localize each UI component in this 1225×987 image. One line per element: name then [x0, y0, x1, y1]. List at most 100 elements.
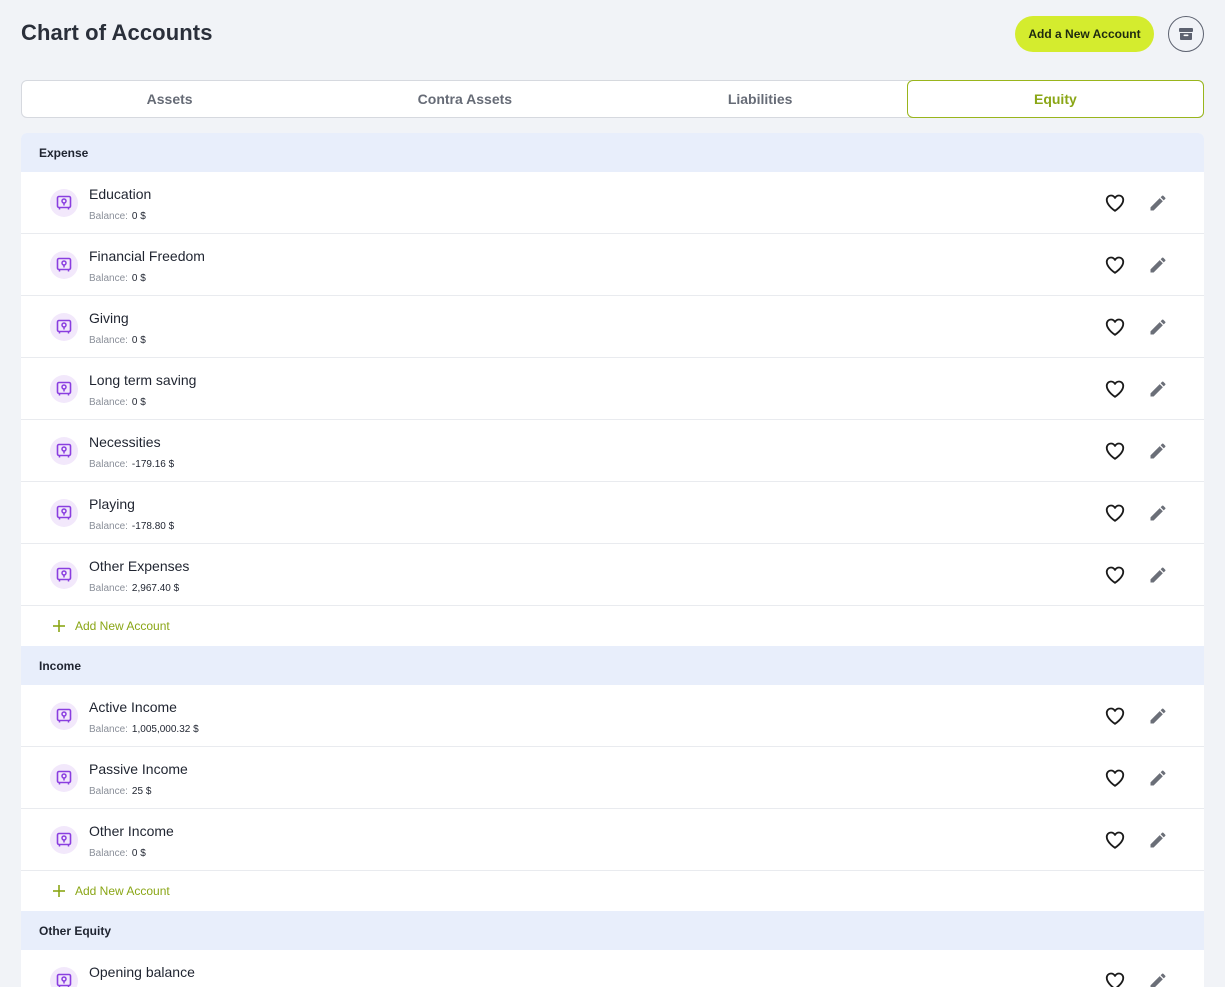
edit-pencil-icon[interactable] [1148, 971, 1168, 987]
favorite-heart-icon[interactable] [1104, 440, 1126, 462]
accounts-panel: Expense Education Balance: 0 $ Financial Fre… [21, 133, 1204, 987]
safe-icon [50, 375, 78, 403]
account-name: Education [89, 186, 152, 202]
add-account-button[interactable]: Add a New Account [1015, 16, 1154, 52]
archive-button[interactable] [1168, 16, 1204, 52]
edit-pencil-icon[interactable] [1148, 768, 1168, 788]
plus-icon [53, 620, 65, 632]
account-row[interactable]: Passive Income Balance: 25 $ [21, 747, 1204, 809]
safe-icon [50, 967, 78, 987]
add-new-account-link[interactable]: Add New Account [21, 871, 1204, 911]
balance-label: Balance: [89, 459, 128, 470]
account-name: Active Income [89, 699, 177, 715]
balance-value: 0 $ [131, 848, 146, 859]
plus-icon [53, 885, 65, 897]
account-row[interactable]: Other Expenses Balance: 2,967.40 $ [21, 544, 1204, 606]
account-name: Passive Income [89, 761, 188, 777]
edit-pencil-icon[interactable] [1148, 317, 1168, 337]
tab-equity[interactable]: Equity [906, 80, 1204, 118]
edit-pencil-icon[interactable] [1148, 193, 1168, 213]
account-row[interactable]: Playing Balance: -178.80 $ [21, 482, 1204, 544]
safe-icon [50, 764, 78, 792]
safe-icon [50, 561, 78, 589]
account-balance: Balance: 1,005,000.32 $ [89, 724, 199, 735]
account-balance: Balance: -179.16 $ [89, 459, 174, 470]
page-title: Chart of Accounts [21, 20, 213, 45]
account-row[interactable]: Necessities Balance: -179.16 $ [21, 420, 1204, 482]
balance-label: Balance: [89, 335, 128, 346]
account-balance: Balance: 2,967.40 $ [89, 583, 179, 594]
favorite-heart-icon[interactable] [1104, 829, 1126, 851]
safe-icon [50, 189, 78, 217]
edit-pencil-icon[interactable] [1148, 255, 1168, 275]
balance-value: 2,967.40 $ [131, 583, 180, 594]
account-name: Playing [89, 496, 135, 512]
balance-value: 25 $ [131, 786, 152, 797]
safe-icon [50, 313, 78, 341]
safe-icon [50, 702, 78, 730]
safe-icon [50, 826, 78, 854]
edit-pencil-icon[interactable] [1148, 379, 1168, 399]
edit-pencil-icon[interactable] [1148, 565, 1168, 585]
balance-value: 0 $ [131, 335, 146, 346]
account-name: Necessities [89, 434, 161, 450]
balance-label: Balance: [89, 583, 128, 594]
account-balance: Balance: 25 $ [89, 786, 151, 797]
account-row[interactable]: Active Income Balance: 1,005,000.32 $ [21, 685, 1204, 747]
account-row[interactable]: Financial Freedom Balance: 0 $ [21, 234, 1204, 296]
edit-pencil-icon[interactable] [1148, 503, 1168, 523]
safe-icon [50, 499, 78, 527]
add-new-account-link[interactable]: Add New Account [21, 606, 1204, 646]
edit-pencil-icon[interactable] [1148, 706, 1168, 726]
tab-contra-assets[interactable]: Contra Assets [317, 81, 612, 117]
group-header: Other Equity [21, 911, 1204, 950]
safe-icon [50, 251, 78, 279]
favorite-heart-icon[interactable] [1104, 705, 1126, 727]
balance-label: Balance: [89, 724, 128, 735]
balance-value: -178.80 $ [131, 521, 175, 532]
favorite-heart-icon[interactable] [1104, 192, 1126, 214]
balance-label: Balance: [89, 397, 128, 408]
account-balance: Balance: 0 $ [89, 335, 146, 346]
account-row[interactable]: Long term saving Balance: 0 $ [21, 358, 1204, 420]
account-name: Opening balance [89, 964, 195, 980]
account-name: Long term saving [89, 372, 197, 388]
group-header: Expense [21, 133, 1204, 172]
favorite-heart-icon[interactable] [1104, 316, 1126, 338]
account-row[interactable]: Other Income Balance: 0 $ [21, 809, 1204, 871]
favorite-heart-icon[interactable] [1104, 767, 1126, 789]
balance-value: 1,005,000.32 $ [131, 724, 199, 735]
tab-liabilities[interactable]: Liabilities [613, 81, 908, 117]
add-new-account-label: Add New Account [75, 884, 170, 898]
edit-pencil-icon[interactable] [1148, 441, 1168, 461]
account-balance: Balance: 0 $ [89, 273, 146, 284]
balance-value: 0 $ [131, 273, 146, 284]
page-header: Chart of Accounts Add a New Account [21, 16, 1204, 52]
favorite-heart-icon[interactable] [1104, 564, 1126, 586]
favorite-heart-icon[interactable] [1104, 254, 1126, 276]
account-name: Other Income [89, 823, 174, 839]
account-row[interactable]: Education Balance: 0 $ [21, 172, 1204, 234]
account-row[interactable]: Giving Balance: 0 $ [21, 296, 1204, 358]
favorite-heart-icon[interactable] [1104, 970, 1126, 987]
account-balance: Balance: 0 $ [89, 397, 146, 408]
account-name: Other Expenses [89, 558, 190, 574]
account-type-tabs: Assets Contra Assets Liabilities Equity [21, 80, 1204, 118]
favorite-heart-icon[interactable] [1104, 502, 1126, 524]
account-name: Giving [89, 310, 129, 326]
balance-label: Balance: [89, 273, 128, 284]
archive-icon [1178, 26, 1194, 42]
balance-label: Balance: [89, 848, 128, 859]
account-row[interactable]: Opening balance [21, 950, 1204, 987]
balance-value: 0 $ [131, 397, 146, 408]
balance-label: Balance: [89, 521, 128, 532]
account-balance: Balance: -178.80 $ [89, 521, 174, 532]
balance-label: Balance: [89, 211, 128, 222]
edit-pencil-icon[interactable] [1148, 830, 1168, 850]
favorite-heart-icon[interactable] [1104, 378, 1126, 400]
safe-icon [50, 437, 78, 465]
tab-assets[interactable]: Assets [22, 81, 317, 117]
account-balance: Balance: 0 $ [89, 211, 146, 222]
add-new-account-label: Add New Account [75, 619, 170, 633]
group-header: Income [21, 646, 1204, 685]
